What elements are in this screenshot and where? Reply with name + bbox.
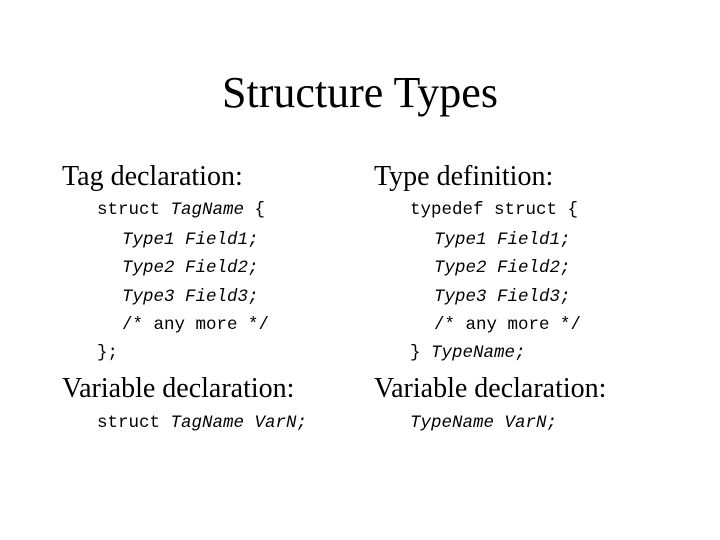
tag-comment-line: /* any more */ — [122, 315, 270, 335]
left-variable-declaration-heading: Variable declaration: — [62, 373, 295, 404]
typedef-open-line: typedef struct { — [410, 200, 579, 220]
typedef-field3-line: Type3 Field3; — [434, 287, 571, 307]
type-name: TypeName — [410, 413, 495, 433]
left-variable-declaration-code: struct TagName VarN; — [97, 412, 307, 434]
tag-struct-open-line: struct TagName { — [97, 199, 265, 221]
variable-name: VarN; — [504, 413, 558, 433]
close-brace: } — [410, 343, 432, 363]
slide-title: Structure Types — [222, 68, 498, 117]
right-variable-declaration-heading: Variable declaration: — [374, 373, 607, 404]
tag-field3-line: Type3 Field3; — [122, 287, 259, 307]
type-definition-heading: Type definition: — [374, 161, 554, 192]
variable-name: VarN; — [254, 413, 308, 433]
tag-name: TagName — [170, 413, 245, 433]
struct-keyword: struct — [97, 200, 171, 220]
tag-name: TagName — [170, 200, 245, 220]
type-name: TypeName; — [431, 343, 526, 363]
tag-close-line: }; — [97, 343, 119, 363]
right-variable-declaration-code: TypeName VarN; — [410, 412, 557, 434]
typedef-field2-line: Type2 Field2; — [434, 258, 571, 278]
struct-keyword: struct — [97, 413, 171, 433]
slide: Structure Types Tag declaration: struct … — [0, 0, 720, 540]
tag-declaration-heading: Tag declaration: — [62, 161, 243, 192]
open-brace: { — [244, 200, 266, 220]
typedef-comment-line: /* any more */ — [434, 315, 582, 335]
typedef-field1-line: Type1 Field1; — [434, 230, 571, 250]
tag-field1-line: Type1 Field1; — [122, 230, 259, 250]
typedef-close-line: } TypeName; — [410, 342, 526, 364]
tag-field2-line: Type2 Field2; — [122, 258, 259, 278]
